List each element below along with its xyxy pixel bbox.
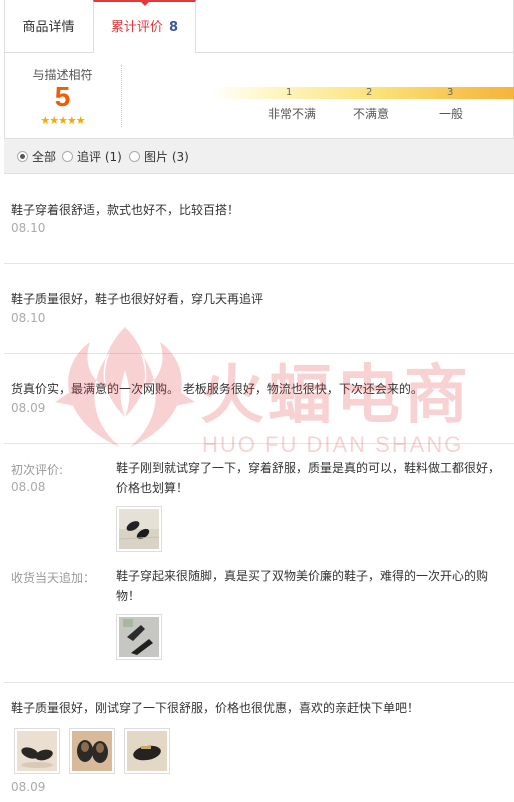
review-photo[interactable] [69,728,115,774]
rating-level-label: 非常不满 [268,107,317,121]
review-count: 8 [169,20,179,35]
append-review-label: 收货当天追加： [11,571,96,585]
review-text: 鞋子质量很好，鞋子也很好好看，穿几天再追评 [11,292,264,306]
tab-label: 商品详情 [22,20,75,35]
filter-label: 图片 (3) [144,150,189,164]
review-date: 08.10 [11,221,46,235]
review-text: 鞋子质量很好，刚试穿了一下很舒服，价格也很优惠，喜欢的亲赶快下单吧！ [11,701,420,715]
star-icon: ★★★★★ [40,114,85,127]
rating-score-box: 与描述相符 5 ★★★★★ [5,53,120,138]
filter-label: 追评 (1) [77,150,122,164]
filter-images-radio[interactable]: 图片 (3) [129,150,189,164]
rating-tick: 2 [366,87,373,98]
shoe-photo-thumbnail [127,731,167,771]
review-date: 08.09 [11,401,46,415]
tab-cumulative-reviews[interactable]: 累计评价 8 [93,0,196,53]
review-item: 鞋子质量很好，鞋子也很好好看，穿几天再追评 08.10 [4,264,514,354]
review-photo[interactable] [116,614,162,660]
radio-selected-icon [17,151,28,162]
review-text: 货真价实，最满意的一次网购。 老板服务很好，物流也很快，下次还会来的。 [11,382,423,396]
active-tab-indicator [140,2,149,6]
tab-product-details[interactable]: 商品详情 [5,0,92,52]
filter-append-radio[interactable]: 追评 (1) [62,150,122,164]
review-filter: 全部 追评 (1) 图片 (3) [4,138,514,174]
review-item: 初次评价: 08.08 鞋子刚到就试穿了一下，穿着舒服，质量是真的可以，鞋料做工… [4,444,514,683]
filter-label: 全部 [32,150,57,164]
review-photo[interactable] [14,728,60,774]
tab-label: 累计评价 [110,20,163,35]
review-tabs: 商品详情 累计评价 8 [4,0,514,53]
filter-all-radio[interactable]: 全部 [17,150,56,164]
shoe-photo-thumbnail [17,731,57,771]
shoe-photo-thumbnail [119,617,159,657]
radio-icon [62,151,73,162]
review-item: 鞋子穿着很舒适，款式也好不，比较百搭！ 08.10 [4,175,514,264]
rating-tick: 3 [447,87,454,98]
rating-level-label: 不满意 [353,107,390,121]
initial-review-label: 初次评价: [11,463,64,477]
initial-review-text: 鞋子刚到就试穿了一下，穿着舒服，质量是真的可以，鞋料做工都很好，价格也划算！ [116,461,501,495]
rating-tick: 1 [286,87,293,98]
review-date: 08.10 [11,311,46,325]
shoe-photo-thumbnail [119,509,159,549]
append-review-text: 鞋子穿起来很随脚，真是买了双物美价廉的鞋子，难得的一次开心的购物！ [116,569,489,603]
review-item: 鞋子质量很好，刚试穿了一下很舒服，价格也很优惠，喜欢的亲赶快下单吧！ 08.09 [4,683,514,802]
review-date: 08.08 [11,480,46,494]
radio-icon [129,151,140,162]
rating-level-label: 一般 [439,107,464,121]
rating-score: 5 [54,81,71,112]
divider [121,65,122,127]
review-date: 08.09 [11,780,46,794]
review-item: 货真价实，最满意的一次网购。 老板服务很好，物流也很快，下次还会来的。 08.0… [4,354,514,444]
rating-summary: 与描述相符 5 ★★★★★ 1 2 3 非常不满 不满意 一般 [4,53,514,138]
review-photo[interactable] [124,728,170,774]
rating-gradient-bar [211,87,514,99]
review-photo[interactable] [116,506,162,552]
review-text: 鞋子穿着很舒适，款式也好不，比较百搭！ [11,203,240,217]
shoe-photo-thumbnail [72,731,112,771]
